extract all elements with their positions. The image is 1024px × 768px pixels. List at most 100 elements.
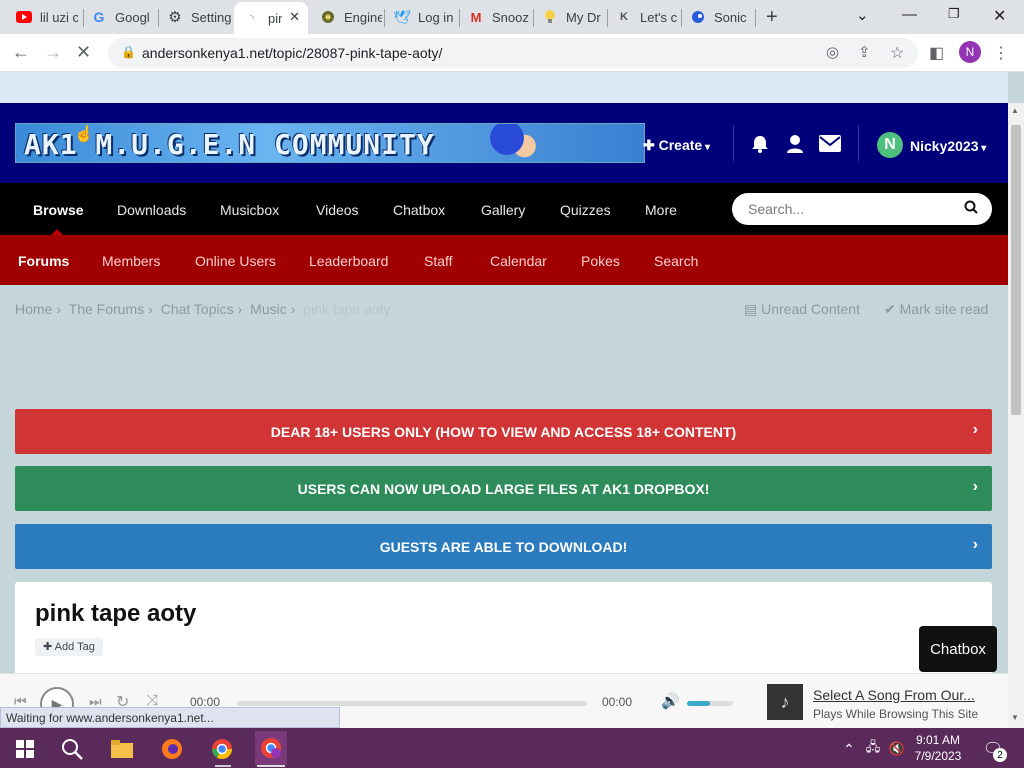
total-time: 00:00 <box>602 695 633 709</box>
restore-button[interactable]: ❐ <box>948 6 960 22</box>
nav-videos[interactable]: Videos <box>316 202 359 218</box>
unread-content-link[interactable]: ▤ Unread Content <box>744 301 860 318</box>
tab-sonic[interactable]: Sonic <box>680 4 754 30</box>
eye-off-icon[interactable]: ◎ <box>826 43 839 61</box>
envelope-icon[interactable] <box>819 135 841 157</box>
twitter-bird-icon: 🕊 <box>393 8 411 25</box>
firefox-icon[interactable] <box>159 736 185 762</box>
tab-my-drive[interactable]: My Dr <box>532 4 606 30</box>
tab-gmail[interactable]: M Snooz <box>458 4 532 30</box>
system-clock[interactable]: 9:01 AM 7/9/2023 <box>910 732 966 764</box>
subnav-forums[interactable]: Forums <box>18 253 69 269</box>
breadcrumb-forums[interactable]: The Forums <box>69 301 144 317</box>
network-icon[interactable]: 🖧 <box>860 736 886 762</box>
chrome-profile-icon[interactable] <box>255 731 287 765</box>
chevron-up-icon[interactable]: ⌃ <box>836 736 862 762</box>
subnav-members[interactable]: Members <box>102 253 160 269</box>
user-icon[interactable] <box>786 134 804 159</box>
subnav-search[interactable]: Search <box>654 253 698 269</box>
close-tab-icon[interactable]: ✕ <box>289 9 300 25</box>
lock-icon: 🔒 <box>121 45 136 59</box>
app-active-indicator <box>257 765 285 767</box>
breadcrumb: Home › The Forums › Chat Topics › Music › pi… <box>15 301 394 317</box>
search-icon[interactable] <box>964 200 978 217</box>
mascot-image <box>486 124 556 162</box>
volume-level <box>687 701 710 706</box>
lightbulb-icon <box>542 9 558 25</box>
forward-button[interactable]: → <box>44 42 62 63</box>
breadcrumb-chat-topics[interactable]: Chat Topics <box>161 301 234 317</box>
site-header: AK1 M.U.G.E.N COMMUNITY ✚ Create ▾ N Nic… <box>0 103 1008 183</box>
subnav-leaderboard[interactable]: Leaderboard <box>309 253 388 269</box>
scrollbar[interactable]: ▲ ▼ <box>1008 103 1024 728</box>
tab-lets[interactable]: K Let's c <box>606 4 680 30</box>
volume-icon[interactable]: 🔊 <box>661 692 680 710</box>
music-note-icon: ♪ <box>767 684 803 720</box>
breadcrumb-current: pink tape aoty <box>303 301 391 317</box>
topic-title: pink tape aoty <box>35 600 197 627</box>
nav-musicbox[interactable]: Musicbox <box>220 202 279 218</box>
site-logo[interactable]: AK1 M.U.G.E.N COMMUNITY <box>15 123 645 163</box>
notifications-bell-icon[interactable] <box>750 134 770 159</box>
minimize-button[interactable]: — <box>902 6 917 23</box>
scroll-up-icon[interactable]: ▲ <box>1011 106 1019 115</box>
nav-chatbox[interactable]: Chatbox <box>393 202 445 218</box>
youtube-icon <box>16 9 32 25</box>
nav-gallery[interactable]: Gallery <box>481 202 525 218</box>
windows-start-icon[interactable] <box>12 736 38 762</box>
scroll-down-icon[interactable]: ▼ <box>1011 713 1019 722</box>
back-button[interactable]: ← <box>12 42 30 63</box>
app-open-indicator <box>215 765 231 767</box>
nav-downloads[interactable]: Downloads <box>117 202 186 218</box>
breadcrumb-home[interactable]: Home <box>15 301 52 317</box>
volume-slider[interactable] <box>687 701 733 706</box>
bookmark-star-icon[interactable]: ☆ <box>890 43 904 63</box>
close-window-button[interactable]: ✕ <box>993 6 1006 26</box>
user-avatar[interactable]: N <box>877 132 903 158</box>
volume-muted-icon[interactable]: 🔇 <box>884 736 910 762</box>
create-menu[interactable]: ✚ Create ▾ <box>643 137 710 154</box>
announcement-guests[interactable]: GUESTS ARE ABLE TO DOWNLOAD! › <box>15 524 992 569</box>
mark-site-read-link[interactable]: ✔ Mark site read <box>884 301 988 318</box>
tab-google[interactable]: G Googl <box>81 4 157 30</box>
announcement-18plus[interactable]: DEAR 18+ USERS ONLY (HOW TO VIEW AND ACC… <box>15 409 992 454</box>
new-tab-button[interactable]: + <box>766 6 778 29</box>
user-menu[interactable]: Nicky2023 ▾ <box>910 138 986 154</box>
share-icon[interactable]: ⇪ <box>858 43 871 61</box>
page-icon: ◝ <box>249 12 255 25</box>
gmail-icon: M <box>470 9 482 25</box>
menu-kebab-icon[interactable]: ⋮ <box>993 43 1009 63</box>
tab-pink-tape-active[interactable]: ◝ pir ✕ <box>234 2 308 34</box>
tab-twitter[interactable]: 🕊 Log in <box>384 4 458 30</box>
browser-tab-strip: lil uzi c G Googl ⚙ Setting ◝ pir ✕ Engine 🕊… <box>0 0 1024 34</box>
subnav-online-users[interactable]: Online Users <box>195 253 276 269</box>
scrollbar-thumb[interactable] <box>1011 125 1021 415</box>
side-panel-icon[interactable]: ◧ <box>929 43 944 63</box>
tab-settings[interactable]: ⚙ Setting <box>157 4 233 30</box>
profile-avatar[interactable]: N <box>959 41 981 63</box>
stop-loading-button[interactable]: ✕ <box>76 42 91 63</box>
nav-more[interactable]: More <box>645 202 677 218</box>
chatbox-button[interactable]: Chatbox <box>919 626 997 672</box>
chevron-right-icon: › <box>972 478 978 495</box>
announcement-dropbox[interactable]: USERS CAN NOW UPLOAD LARGE FILES AT AK1 … <box>15 466 992 511</box>
subnav-pokes[interactable]: Pokes <box>581 253 620 269</box>
breadcrumb-music[interactable]: Music <box>250 301 287 317</box>
search-input[interactable]: Search... <box>732 193 992 225</box>
file-explorer-icon[interactable] <box>109 736 135 762</box>
tab-search-chevron-icon[interactable]: ⌄ <box>856 6 869 24</box>
subnav-calendar[interactable]: Calendar <box>490 253 547 269</box>
chevron-right-icon: › <box>972 536 978 553</box>
song-title[interactable]: Select A Song From Our... <box>813 687 975 703</box>
subnav-staff[interactable]: Staff <box>424 253 453 269</box>
search-icon[interactable] <box>59 736 85 762</box>
tab-engine[interactable]: Engine <box>310 4 382 30</box>
nav-quizzes[interactable]: Quizzes <box>560 202 611 218</box>
progress-bar[interactable] <box>237 701 587 706</box>
nav-browse[interactable]: Browse <box>33 202 84 218</box>
address-bar[interactable]: 🔒 andersonkenya1.net/topic/28087-pink-ta… <box>108 38 918 68</box>
add-tag-button[interactable]: ✚ Add Tag <box>35 638 103 656</box>
tab-youtube[interactable]: lil uzi c <box>6 4 78 30</box>
chrome-icon[interactable] <box>209 736 235 762</box>
browser-toolbar: ← → ✕ 🔒 andersonkenya1.net/topic/28087-p… <box>0 34 1024 72</box>
